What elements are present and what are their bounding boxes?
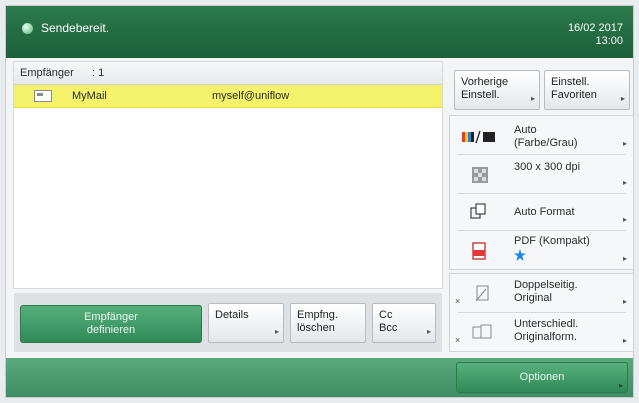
options-button[interactable]: Optionen ▸ <box>456 362 628 393</box>
recipients-count: : 1 <box>92 67 105 79</box>
fav-line2: Favoriten <box>551 89 597 101</box>
favorite-settings-button[interactable]: Einstell. Favoriten ▸ <box>544 70 630 110</box>
resolution-arrow-icon: ▸ <box>622 178 627 187</box>
color-mode-line2: (Farbe/Grau) <box>514 137 578 149</box>
resolution-text: 300 x 300 dpi <box>514 161 581 173</box>
color-mode-option[interactable]: Auto (Farbe/Grau) ▸ <box>450 116 633 154</box>
recipient-row[interactable]: MyMail myself@uniflow <box>14 85 442 108</box>
mixed-size-icon <box>472 324 492 339</box>
mixed-line2: Originalform. <box>514 331 577 343</box>
resolution-option[interactable]: 300 x 300 dpi ▸ <box>450 155 633 193</box>
details-label: Details <box>215 309 249 321</box>
scan-settings-panel: Auto (Farbe/Grau) ▸ 300 x 300 dpi ▸ Auto… <box>450 116 633 269</box>
prev-line1: Vorherige <box>461 76 509 88</box>
color-mode-arrow-icon: ▸ <box>622 139 627 148</box>
duplex-line1: Doppelseitig. <box>514 279 578 291</box>
duplex-arrow-icon: ▸ <box>622 297 627 306</box>
pdf-file-icon <box>472 242 486 260</box>
delete-line2: löschen <box>297 322 335 334</box>
duplex-text: Doppelseitig. Original <box>514 279 578 305</box>
status-text: Sendebereit. <box>41 21 110 35</box>
options-arrow-icon: ▸ <box>618 381 623 390</box>
mixed-originals-option[interactable]: × Unterschiedl. Originalform. ▸ <box>450 313 633 351</box>
define-recipient-line1: Empfänger <box>84 311 138 323</box>
cc-label: Cc <box>379 309 393 321</box>
recipient-address: myself@uniflow <box>212 90 290 102</box>
prev-line2: Einstell. <box>461 89 500 101</box>
cc-bcc-arrow-icon: ▸ <box>426 327 431 336</box>
cc-bcc-button[interactable]: Cc Bcc ▸ <box>372 303 436 343</box>
file-format-arrow-icon: ▸ <box>622 254 627 263</box>
recipient-list-panel: Empfänger : 1 MyMail myself@uniflow <box>14 62 442 288</box>
duplex-icon <box>475 285 489 302</box>
file-format-text: PDF (Kompakt) <box>514 235 590 265</box>
details-arrow-icon: ▸ <box>274 327 279 336</box>
previous-settings-button[interactable]: Vorherige Einstell. ▸ <box>454 70 540 110</box>
status-indicator-icon <box>22 23 33 34</box>
delete-line1: Empfng. <box>297 309 338 321</box>
recipient-name: MyMail <box>72 90 107 102</box>
email-address-icon <box>34 90 52 102</box>
scan-size-icon <box>470 203 486 219</box>
status-header: Sendebereit. 16/02 2017 13:00 <box>6 6 633 58</box>
mixed-originals-text: Unterschiedl. Originalform. <box>514 318 578 344</box>
disabled-x-icon: × <box>455 335 461 345</box>
mixed-arrow-icon: ▸ <box>622 336 627 345</box>
date-time: 16/02 2017 13:00 <box>568 22 623 48</box>
details-button[interactable]: Details ▸ <box>208 303 284 343</box>
date-text: 16/02 2017 <box>567 22 623 34</box>
define-recipient-button[interactable]: Empfänger definieren <box>20 305 202 343</box>
delete-recipient-button[interactable]: Empfng. löschen <box>290 303 366 343</box>
bcc-label: Bcc <box>379 322 398 334</box>
file-format-option[interactable]: PDF (Kompakt) ▸ <box>450 231 633 269</box>
color-mode-icon <box>462 130 495 144</box>
define-recipient-line2: definieren <box>86 324 136 336</box>
duplex-line2: Original <box>514 292 552 304</box>
scan-size-arrow-icon: ▸ <box>622 215 627 224</box>
time-text: 13:00 <box>595 35 623 47</box>
disabled-x-icon: × <box>455 296 461 306</box>
options-label: Optionen <box>519 371 565 383</box>
duplex-original-option[interactable]: × Doppelseitig. Original ▸ <box>450 274 633 312</box>
scan-size-text: Auto Format <box>514 206 575 218</box>
file-format-label: PDF (Kompakt) <box>514 235 590 247</box>
color-mode-text: Auto (Farbe/Grau) <box>514 124 578 150</box>
resolution-icon <box>472 167 488 183</box>
mixed-line1: Unterschiedl. <box>514 318 579 330</box>
original-settings-panel: × Doppelseitig. Original ▸ × Unterschied… <box>450 274 633 351</box>
compact-star-icon <box>514 249 526 261</box>
fav-line1: Einstell. <box>551 76 590 88</box>
prev-arrow-icon: ▸ <box>530 94 535 103</box>
device-screen: Sendebereit. 16/02 2017 13:00 Empfänger … <box>6 6 633 397</box>
recipients-label: Empfänger <box>20 67 74 79</box>
fav-arrow-icon: ▸ <box>620 94 625 103</box>
color-mode-line1: Auto <box>514 124 537 136</box>
recipient-action-bar: Empfänger definieren Details ▸ Empfng. l… <box>14 293 442 352</box>
scan-size-option[interactable]: Auto Format ▸ <box>450 194 633 230</box>
recipient-list-header: Empfänger : 1 <box>14 62 442 85</box>
